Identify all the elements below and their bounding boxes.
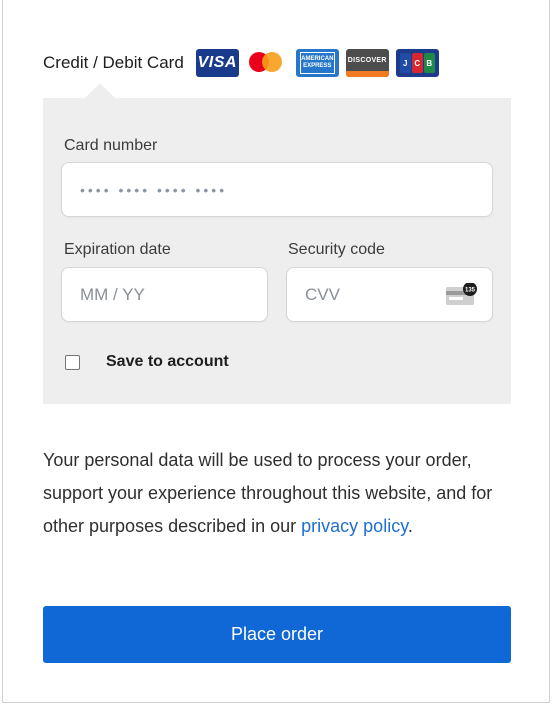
jcb-logo-icon: JCB [395, 49, 439, 77]
discover-logo-text: DISCOVER [347, 56, 387, 64]
expiration-input[interactable]: MM / YY [61, 267, 268, 322]
cvv-icon-text: 135 [465, 288, 476, 294]
visa-logo-text: VISA [197, 54, 237, 71]
save-to-account-label[interactable]: Save to account [106, 353, 229, 371]
privacy-notice: Your personal data will be used to proce… [43, 444, 503, 543]
place-order-button[interactable]: Place order [43, 606, 511, 663]
amex-logo-icon: AMERICAN EXPRESS [295, 49, 339, 77]
expiration-label: Expiration date [64, 241, 171, 258]
card-number-input[interactable]: •••• •••• •••• •••• [61, 162, 493, 217]
cvv-card-icon: 135 [446, 283, 477, 305]
card-number-label: Card number [64, 137, 158, 154]
payment-method-row[interactable]: Credit / Debit Card VISA AMERICAN EXPRES… [43, 48, 439, 78]
save-to-account-checkbox[interactable] [65, 354, 80, 370]
privacy-text: Your personal data will be used to proce… [43, 450, 493, 536]
panel-pointer [85, 83, 115, 98]
discover-logo-icon: DISCOVER [345, 49, 389, 77]
card-logos: VISA AMERICAN EXPRESS DISCOVER JCB [195, 49, 439, 77]
expiration-placeholder: MM / YY [80, 284, 145, 304]
save-to-account-row[interactable]: Save to account [65, 353, 229, 371]
privacy-suffix: . [407, 516, 413, 536]
security-code-placeholder: CVV [305, 284, 340, 304]
payment-method-label[interactable]: Credit / Debit Card [43, 53, 184, 73]
security-code-input[interactable]: CVV 135 [286, 267, 493, 322]
card-number-placeholder: •••• •••• •••• •••• [80, 181, 228, 198]
visa-logo-icon: VISA [195, 49, 239, 77]
security-code-label: Security code [288, 241, 385, 258]
mastercard-logo-icon [245, 49, 289, 77]
privacy-policy-link[interactable]: privacy policy [301, 516, 408, 536]
amex-logo-text: AMERICAN EXPRESS [299, 52, 335, 74]
